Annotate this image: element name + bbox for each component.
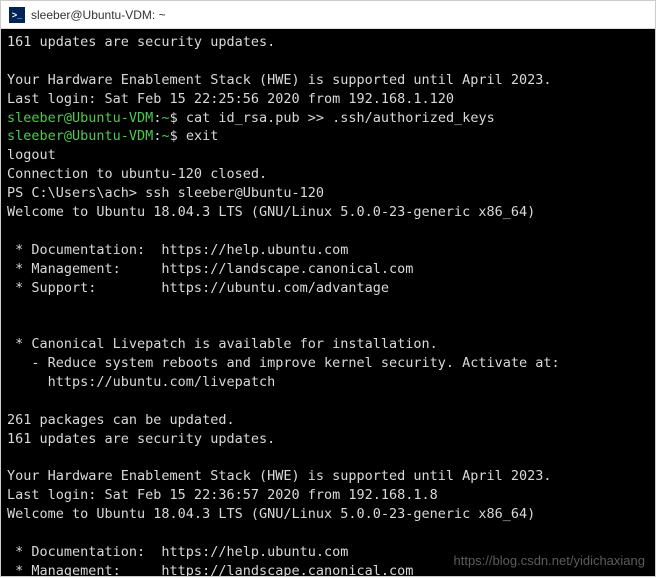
term-line: Your Hardware Enablement Stack (HWE) is … [7, 468, 552, 484]
term-line: * Management: https://landscape.canonica… [7, 563, 413, 576]
term-line: * Documentation: https://help.ubuntu.com [7, 242, 348, 258]
terminal-body[interactable]: 161 updates are security updates. Your H… [1, 29, 655, 576]
terminal-window: >_ sleeber@Ubuntu-VDM: ~ 161 updates are… [0, 0, 656, 577]
term-line: https://ubuntu.com/livepatch [7, 374, 275, 390]
term-line: Connection to ubuntu-120 closed. [7, 166, 267, 182]
powershell-icon: >_ [9, 7, 25, 23]
prompt-user: sleeber@Ubuntu-VDM [7, 128, 153, 144]
term-line: logout [7, 147, 56, 163]
command-text: ssh sleeber@Ubuntu-120 [145, 185, 324, 201]
term-line: Your Hardware Enablement Stack (HWE) is … [7, 72, 552, 88]
watermark-text: https://blog.csdn.net/yidichaxiang [453, 552, 645, 570]
term-line: * Documentation: https://help.ubuntu.com [7, 544, 348, 560]
prompt-path: ~ [161, 110, 169, 126]
term-line: 261 packages can be updated. [7, 412, 235, 428]
term-line: * Canonical Livepatch is available for i… [7, 336, 438, 352]
term-line: 161 updates are security updates. [7, 431, 275, 447]
term-line: Welcome to Ubuntu 18.04.3 LTS (GNU/Linux… [7, 506, 535, 522]
prompt-path: ~ [161, 128, 169, 144]
ps-prompt: PS C:\Users\ach> [7, 185, 145, 201]
window-titlebar[interactable]: >_ sleeber@Ubuntu-VDM: ~ [1, 1, 655, 29]
term-line: * Management: https://landscape.canonica… [7, 261, 413, 277]
term-line: * Support: https://ubuntu.com/advantage [7, 280, 389, 296]
prompt-user: sleeber@Ubuntu-VDM [7, 110, 153, 126]
prompt-dollar: $ [170, 110, 186, 126]
term-line: 161 updates are security updates. [7, 34, 275, 50]
prompt-dollar: $ [170, 128, 186, 144]
term-line: Last login: Sat Feb 15 22:25:56 2020 fro… [7, 91, 454, 107]
term-line: Last login: Sat Feb 15 22:36:57 2020 fro… [7, 487, 438, 503]
term-line: - Reduce system reboots and improve kern… [7, 355, 560, 371]
command-text: exit [186, 128, 219, 144]
term-line: Welcome to Ubuntu 18.04.3 LTS (GNU/Linux… [7, 204, 535, 220]
command-text: cat id_rsa.pub >> .ssh/authorized_keys [186, 110, 495, 126]
window-title: sleeber@Ubuntu-VDM: ~ [31, 8, 166, 22]
